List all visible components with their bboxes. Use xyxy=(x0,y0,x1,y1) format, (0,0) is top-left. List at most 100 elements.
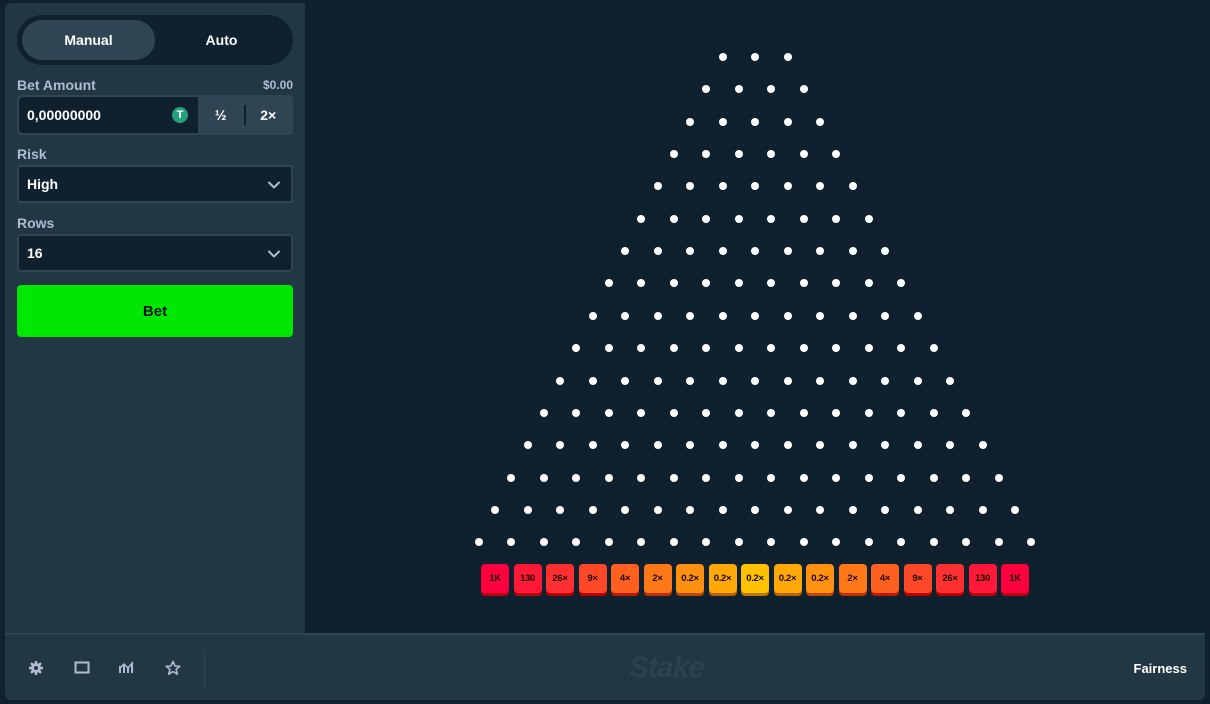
peg xyxy=(816,117,824,126)
peg xyxy=(734,214,743,223)
live-stats-icon[interactable] xyxy=(118,659,136,677)
peg xyxy=(653,311,662,320)
multiplier-bucket[interactable]: 26× xyxy=(546,564,574,593)
peg xyxy=(799,473,808,482)
multiplier-bucket[interactable]: 0.2× xyxy=(708,564,737,593)
peg xyxy=(897,538,906,547)
peg xyxy=(637,279,646,288)
theatre-mode-icon[interactable] xyxy=(73,659,91,677)
peg xyxy=(556,505,564,514)
chevron-down-icon xyxy=(268,250,280,258)
multiplier-bucket[interactable]: 130 xyxy=(968,564,997,593)
peg xyxy=(751,247,759,256)
peg xyxy=(864,408,873,417)
rows-value: 16 xyxy=(27,245,43,261)
peg xyxy=(653,182,662,191)
peg xyxy=(702,150,711,159)
peg xyxy=(621,247,629,256)
bet-amount-label: Bet Amount xyxy=(17,77,96,93)
peg xyxy=(783,376,792,385)
rows-select[interactable]: 16 xyxy=(17,234,293,272)
peg xyxy=(767,214,776,223)
peg xyxy=(621,311,629,320)
peg xyxy=(637,538,646,547)
multiplier-bucket[interactable]: 1K xyxy=(481,564,509,593)
risk-value: High xyxy=(27,176,59,192)
settings-icon[interactable] xyxy=(27,659,45,677)
peg xyxy=(653,441,662,450)
peg xyxy=(783,441,792,450)
double-bet-button[interactable]: 2× xyxy=(246,97,292,133)
peg xyxy=(848,376,857,385)
multiplier-bucket[interactable]: 0.2× xyxy=(741,564,769,593)
peg xyxy=(1027,538,1036,547)
peg xyxy=(669,150,678,159)
multiplier-bucket[interactable]: 130 xyxy=(513,564,542,593)
favourite-icon[interactable] xyxy=(164,659,182,677)
peg xyxy=(881,376,889,385)
peg xyxy=(816,182,824,191)
peg xyxy=(734,473,743,482)
half-bet-button[interactable]: ½ xyxy=(198,97,244,133)
peg xyxy=(767,85,776,94)
peg xyxy=(832,214,841,223)
peg xyxy=(734,85,743,94)
peg xyxy=(767,279,776,288)
multiplier-bucket[interactable]: 9× xyxy=(903,564,932,593)
multiplier-bucket[interactable]: 4× xyxy=(871,564,899,593)
peg xyxy=(929,344,938,353)
peg xyxy=(816,247,824,256)
peg xyxy=(832,408,841,417)
peg xyxy=(751,441,759,450)
multiplier-bucket[interactable]: 0.2× xyxy=(806,564,834,593)
peg xyxy=(816,376,824,385)
multiplier-bucket[interactable]: 0.2× xyxy=(773,564,802,593)
peg xyxy=(751,117,759,126)
peg xyxy=(767,473,776,482)
peg xyxy=(539,538,548,547)
multiplier-bucket[interactable]: 2× xyxy=(838,564,867,593)
fairness-link[interactable]: Fairness xyxy=(1134,661,1187,676)
peg xyxy=(734,344,743,353)
peg xyxy=(799,408,808,417)
rows-label: Rows xyxy=(17,215,55,231)
multiplier-bucket[interactable]: 4× xyxy=(611,564,639,593)
peg xyxy=(686,311,694,320)
peg xyxy=(734,538,743,547)
multiplier-bucket[interactable]: 1K xyxy=(1001,564,1029,593)
peg xyxy=(604,344,613,353)
peg xyxy=(539,408,548,417)
peg xyxy=(962,408,971,417)
peg xyxy=(929,408,938,417)
bet-amount-group: 0,00000000 T ½ 2× xyxy=(17,95,293,135)
peg xyxy=(637,408,646,417)
bet-button[interactable]: Bet xyxy=(17,285,293,337)
peg xyxy=(864,538,873,547)
multiplier-bucket[interactable]: 2× xyxy=(643,564,672,593)
peg xyxy=(864,214,873,223)
peg xyxy=(621,376,629,385)
bet-amount-label-row: Bet Amount $0.00 xyxy=(17,77,293,93)
peg xyxy=(637,473,646,482)
risk-select[interactable]: High xyxy=(17,165,293,203)
multiplier-bucket[interactable]: 26× xyxy=(936,564,964,593)
peg xyxy=(718,247,727,256)
peg xyxy=(637,344,646,353)
tab-manual[interactable]: Manual xyxy=(22,20,155,60)
multiplier-bucket[interactable]: 0.2× xyxy=(676,564,704,593)
peg xyxy=(751,311,759,320)
tab-auto[interactable]: Auto xyxy=(155,20,288,60)
peg xyxy=(653,247,662,256)
peg xyxy=(897,279,906,288)
bet-amount-input[interactable]: 0,00000000 T xyxy=(19,97,198,133)
peg xyxy=(783,311,792,320)
peg xyxy=(702,408,711,417)
peg xyxy=(604,408,613,417)
multiplier-bucket[interactable]: 9× xyxy=(578,564,607,593)
peg xyxy=(637,214,646,223)
peg xyxy=(507,473,516,482)
peg xyxy=(799,150,808,159)
tether-icon: T xyxy=(172,107,188,123)
peg xyxy=(686,441,694,450)
peg xyxy=(816,311,824,320)
